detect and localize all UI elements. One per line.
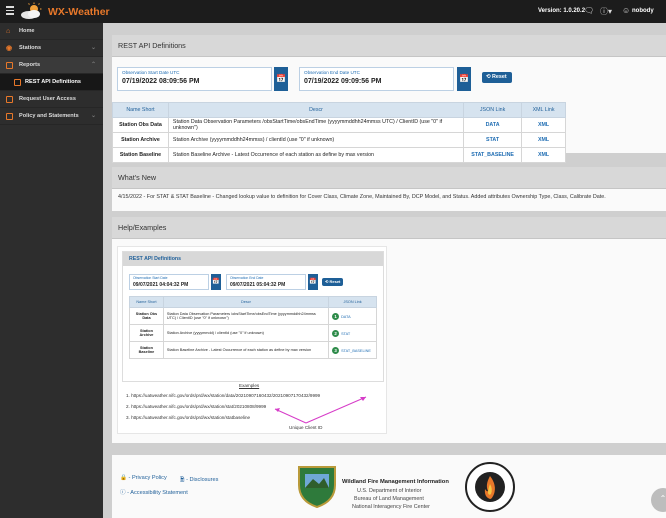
panel-title: What's New [112, 167, 666, 189]
org-line: Bureau of Land Management [354, 496, 424, 502]
sidebar-item-reports[interactable]: Reports ⌃ [0, 57, 103, 74]
start-date-label: Observation Start Date UTC [122, 70, 180, 75]
sidebar: ⌂ Home ◉ Stations ⌄ Reports ⌃ REST API D… [0, 23, 103, 518]
client-id-note: Unique Client ID [289, 425, 323, 430]
json-link[interactable]: DATA [463, 117, 523, 133]
grid-icon [14, 79, 21, 86]
blm-shield-logo [298, 466, 336, 509]
accessibility-link[interactable]: ⓘ - Accessibility Statement [120, 488, 188, 496]
start-date-value[interactable]: 07/19/2022 08:09:56 PM [122, 78, 199, 85]
end-date-field[interactable]: Observation End Date UTC 07/19/2022 09:0… [299, 67, 454, 91]
app-version: Version: 1.0.20.2 [538, 8, 586, 14]
help-panel: Help/Examples REST API Definitions Obser… [112, 217, 666, 443]
name-cell: Station Baseline [112, 147, 169, 163]
json-link[interactable]: STAT_BASELINE [463, 147, 523, 163]
sidebar-item-rest-api[interactable]: REST API Definitions [0, 74, 103, 91]
calendar-icon[interactable]: 📅 [274, 67, 288, 91]
sidebar-item-label: Request User Access [19, 96, 77, 102]
column-header: Name Short [112, 102, 169, 118]
accessibility-label: - Accessibility Statement [127, 490, 188, 496]
report-icon [6, 62, 13, 69]
lock-icon: 🔒 [120, 475, 127, 481]
org-line: U.S. Department of Interior [357, 488, 422, 494]
sidebar-item-label: Stations [19, 45, 42, 51]
top-bar: WX-Weather Version: 1.0.20.2 🗨 ⓘ▾ ☺ nobo… [0, 0, 666, 23]
table-row: Station Archive Station Archive (yyyymmd… [112, 132, 566, 148]
sidebar-item-label: Reports [19, 62, 41, 68]
org-title: Wildland Fire Management Information [342, 479, 449, 485]
privacy-policy-label: - Privacy Policy [128, 475, 167, 481]
org-line: National Interagency Fire Center [352, 504, 430, 510]
column-header: Descr [167, 102, 465, 118]
signal-icon: ◉ [6, 45, 13, 52]
example-image: REST API Definitions Observation Start D… [117, 246, 387, 434]
chevron-down-icon: ⌄ [90, 45, 96, 51]
sidebar-item-policy[interactable]: Policy and Statements ⌄ [0, 108, 103, 125]
panel-title: Help/Examples [112, 217, 666, 239]
rest-api-panel: REST API Definitions Observation Start D… [112, 35, 666, 163]
name-cell: Station Archive [112, 132, 169, 148]
whats-new-panel: What's New 4/15/2022 - For STAT & STAT B… [112, 167, 666, 211]
json-link[interactable]: STAT [463, 132, 523, 148]
document-icon [6, 96, 13, 103]
table-header-row: Name Short Descr JSON Link XML Link [112, 102, 566, 118]
descr-cell: Station Data Observation Parameters /obs… [167, 117, 465, 133]
document-icon [6, 113, 13, 120]
xml-link[interactable]: XML [521, 117, 566, 133]
document-icon: 🗎 [180, 477, 185, 483]
table-row: Station Baseline Station Baseline Archiv… [112, 147, 566, 163]
sidebar-item-label: Home [19, 28, 35, 34]
chevron-up-icon: ⌃ [659, 494, 666, 503]
accessibility-icon: ⓘ [120, 490, 126, 496]
disclosures-link[interactable]: 🗎 - Disclosures [180, 475, 218, 485]
api-table: Name Short Descr JSON Link XML Link Stat… [112, 102, 566, 163]
xml-link[interactable]: XML [521, 132, 566, 148]
whats-new-text: 4/15/2022 - For STAT & STAT Baseline - C… [118, 194, 606, 200]
sidebar-item-request-access[interactable]: Request User Access [0, 91, 103, 108]
chevron-down-icon: ⌄ [90, 113, 96, 119]
sidebar-item-label: REST API Definitions [25, 79, 82, 85]
disclosures-label: - Disclosures [186, 477, 219, 483]
chat-icon[interactable]: 🗨 [584, 6, 594, 15]
reset-label: Reset [492, 74, 507, 80]
sun-cloud-logo-icon [21, 2, 42, 19]
footer: 🔒 - Privacy Policy 🗎 - Disclosures ⓘ - A… [112, 455, 666, 518]
user-menu[interactable]: nobody [632, 8, 654, 14]
chevron-up-icon: ⌃ [90, 62, 96, 68]
table-row: Station Obs Data Station Data Observatio… [112, 117, 566, 133]
start-date-field[interactable]: Observation Start Date UTC 07/19/2022 08… [117, 67, 272, 91]
home-icon: ⌂ [6, 28, 11, 35]
column-header: JSON Link [463, 102, 523, 118]
descr-cell: Station Archive (yyyymmddhh24mmss) / cli… [167, 132, 465, 148]
user-icon[interactable]: ☺ [622, 6, 630, 15]
fire-seal-logo [465, 462, 515, 512]
xml-link[interactable]: XML [521, 147, 566, 163]
reset-button[interactable]: ⟲ Reset [482, 72, 512, 83]
panel-title: REST API Definitions [112, 35, 666, 57]
end-date-label: Observation End Date UTC [304, 70, 360, 75]
sidebar-item-home[interactable]: ⌂ Home [0, 23, 103, 40]
name-cell: Station Obs Data [112, 117, 169, 133]
help-icon[interactable]: ⓘ▾ [600, 6, 612, 17]
annotation-arrows [274, 396, 367, 424]
privacy-policy-link[interactable]: 🔒 - Privacy Policy [120, 475, 167, 481]
sidebar-item-stations[interactable]: ◉ Stations ⌄ [0, 40, 103, 57]
app-title[interactable]: WX-Weather [48, 6, 110, 18]
descr-cell: Station Baseline Archive - Latest Occurr… [167, 147, 465, 163]
reset-icon: ⟲ [486, 74, 491, 80]
end-date-value[interactable]: 07/19/2022 09:09:56 PM [304, 78, 381, 85]
calendar-icon[interactable]: 📅 [457, 67, 471, 91]
hamburger-icon[interactable] [6, 6, 14, 15]
sidebar-item-label: Policy and Statements [19, 113, 79, 119]
column-header: XML Link [521, 102, 566, 118]
